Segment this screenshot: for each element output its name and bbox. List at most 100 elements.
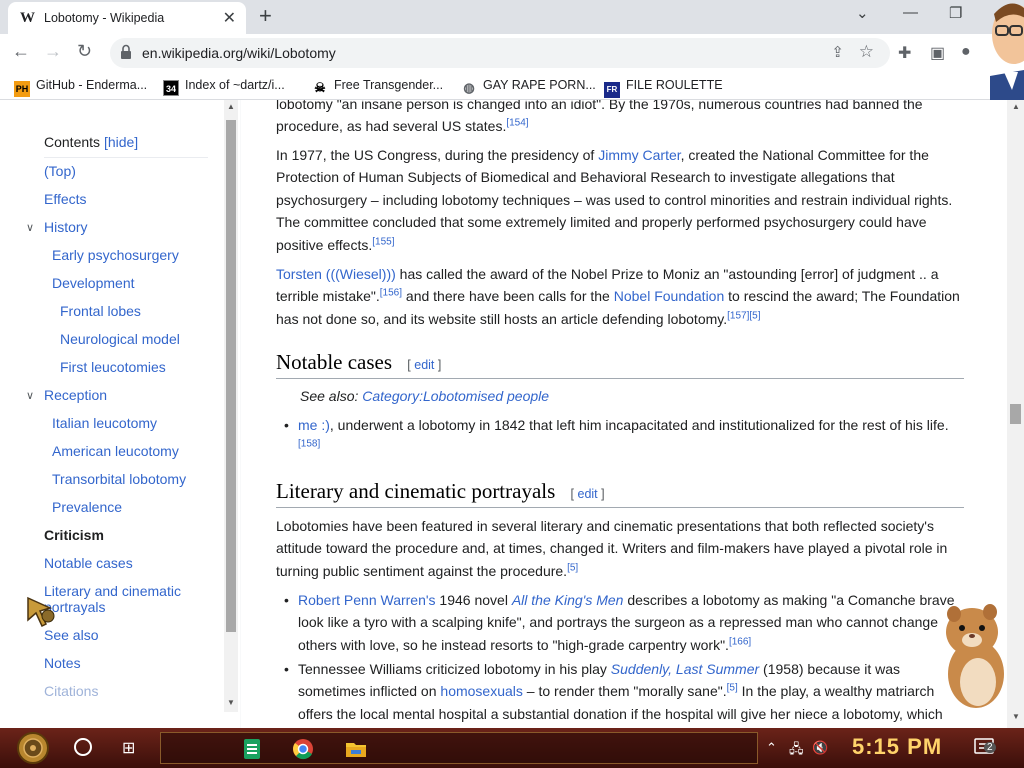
scroll-down-arrow-icon[interactable]: ▼ (1012, 712, 1020, 721)
toc-scrollbar-thumb[interactable] (226, 120, 236, 632)
toc-item-notable-cases[interactable]: Notable cases (44, 555, 133, 571)
search-circle-icon[interactable] (74, 738, 92, 756)
link-me[interactable]: me :) (298, 417, 330, 433)
list-item-text: Tennessee Williams criticized lobotomy i… (298, 661, 611, 677)
link-homosexuals[interactable]: homosexuals (440, 683, 523, 699)
toc-item-development[interactable]: Development (52, 275, 135, 291)
index-icon: 34 (163, 80, 179, 96)
toc-item-top[interactable]: (Top) (44, 163, 76, 179)
volume-muted-icon[interactable]: 🔇 (812, 740, 828, 756)
lock-icon (121, 44, 131, 59)
link-jimmy-carter[interactable]: Jimmy Carter (598, 147, 680, 163)
citation-154[interactable]: [154] (506, 118, 528, 129)
edit-link[interactable]: edit (578, 487, 598, 501)
toc-item-literary-portrayals[interactable]: Literary and cinematic portrayals (44, 583, 194, 615)
chevron-down-icon[interactable]: ∨ (26, 221, 34, 234)
start-button-icon[interactable] (8, 730, 58, 766)
ph-logo-icon: PH (14, 81, 30, 97)
page-scrollbar[interactable]: ▲ ▼ (1007, 100, 1024, 728)
toc-item-italian-leucotomy[interactable]: Italian leucotomy (52, 415, 157, 431)
citation-158[interactable]: [158] (298, 439, 320, 450)
roulette-icon: FR (604, 82, 620, 98)
toc-item-frontal-lobes[interactable]: Frontal lobes (60, 303, 141, 319)
url-text: en.wikipedia.org/wiki/Lobotomy (142, 45, 336, 61)
scroll-down-arrow-icon[interactable]: ▼ (227, 698, 235, 707)
citation-5[interactable]: [5] (727, 683, 738, 694)
table-of-contents: Contents [hide] (Top) Effects ∨ History … (0, 100, 224, 728)
edit-section: [ edit ] (570, 487, 605, 501)
bookmark-index[interactable]: 34 Index of ~dartz/i... (163, 78, 285, 96)
restore-button[interactable]: ❐ (949, 4, 962, 22)
toc-item-criticism[interactable]: Criticism (44, 527, 104, 543)
reload-icon[interactable]: ↻ (77, 41, 92, 62)
toc-item-first-leucotomies[interactable]: First leucotomies (60, 359, 166, 375)
toc-scrollbar[interactable]: ▲ ▼ (224, 100, 238, 712)
windows-taskbar: ⊞ ⌃ 🖧 🔇 5:15 PM 2 (0, 728, 1024, 768)
citation-157-5[interactable]: [157][5] (727, 310, 760, 321)
toc-item-history[interactable]: History (44, 219, 88, 235)
file-explorer-icon[interactable] (345, 738, 367, 760)
citation-5[interactable]: [5] (567, 562, 578, 573)
toc-hide-link[interactable]: [hide] (104, 134, 138, 150)
toc-item-early-psychosurgery[interactable]: Early psychosurgery (52, 247, 179, 263)
toc-item-neurological-model[interactable]: Neurological model (60, 331, 180, 347)
link-robert-penn-warren[interactable]: Robert Penn Warren's (298, 592, 436, 608)
network-icon[interactable]: 🖧 (789, 740, 804, 762)
toc-item-effects[interactable]: Effects (44, 191, 87, 207)
scroll-up-arrow-icon[interactable]: ▲ (1012, 102, 1020, 111)
list-item-text: – to render them "morally sane". (522, 683, 727, 700)
bookmark-file-roulette[interactable]: FR FILE ROULETTE (604, 78, 723, 98)
address-bar[interactable]: en.wikipedia.org/wiki/Lobotomy ⇪ ☆ (110, 38, 890, 68)
link-suddenly-last-summer[interactable]: Suddenly, Last Summer (611, 661, 759, 677)
tray-overflow-icon[interactable]: ⌃ (766, 740, 777, 756)
page-scrollbar-thumb[interactable] (1010, 404, 1021, 424)
notification-count-badge: 2 (984, 742, 996, 753)
scroll-up-arrow-icon[interactable]: ▲ (227, 102, 235, 111)
side-panel-icon[interactable]: ▣ (930, 43, 945, 63)
toc-item-reception[interactable]: Reception (44, 387, 107, 403)
spreadsheet-app-icon[interactable] (241, 738, 263, 760)
heading-text: Notable cases (276, 350, 393, 374)
link-all-the-kings-men[interactable]: All the King's Men (512, 592, 624, 608)
profile-avatar-icon[interactable]: ● (961, 43, 971, 61)
toc-item-citations[interactable]: Citations (44, 683, 98, 699)
share-icon[interactable]: ⇪ (831, 43, 844, 61)
task-view-icon[interactable]: ⊞ (122, 738, 135, 758)
tab-wikipedia[interactable]: W Lobotomy - Wikipedia ✕ (8, 2, 246, 34)
paragraph-banned: lobotomy "an insane person is changed in… (276, 100, 966, 138)
link-nobel-foundation[interactable]: Nobel Foundation (614, 288, 725, 304)
chrome-app-icon[interactable] (292, 738, 314, 760)
hamster-sticker (946, 604, 1004, 708)
link-category-lobotomised[interactable]: Category:Lobotomised people (362, 388, 549, 404)
back-arrow-icon[interactable]: ← (12, 41, 30, 62)
wikipedia-page: Contents [hide] (Top) Effects ∨ History … (0, 100, 1024, 728)
minimize-button[interactable]: — (903, 4, 918, 21)
desktop-buddy-sticker (990, 3, 1024, 110)
new-tab-button[interactable]: + (259, 3, 272, 29)
bookmark-star-icon[interactable]: ☆ (859, 42, 874, 62)
heading-notable-cases: Notable cases [ edit ] (276, 350, 964, 380)
citation-166[interactable]: [166] (729, 636, 751, 647)
toc-item-see-also[interactable]: See also (44, 627, 98, 643)
toc-item-transorbital-lobotomy[interactable]: Transorbital lobotomy (52, 471, 186, 487)
link-torsten-wiesel[interactable]: Torsten (((Wiesel))) (276, 266, 396, 282)
citation-155[interactable]: [155] (372, 236, 394, 247)
bookmark-gay[interactable]: ◍ GAY RAPE PORN... (461, 78, 595, 96)
chevron-down-icon[interactable]: ∨ (26, 389, 34, 402)
toc-item-notes[interactable]: Notes (44, 655, 81, 671)
globe-icon: ◍ (463, 80, 475, 95)
citation-156[interactable]: [156] (380, 288, 402, 299)
bookmark-transgender[interactable]: ☠ Free Transgender... (312, 78, 443, 96)
list-item-suddenly-last-summer: Tennessee Williams criticized lobotomy i… (284, 658, 966, 725)
edit-link[interactable]: edit (414, 358, 434, 372)
toc-title: Contents (44, 134, 101, 150)
forward-arrow-icon[interactable]: → (44, 41, 62, 62)
taskbar-clock[interactable]: 5:15 PM (852, 734, 942, 760)
bookmark-github[interactable]: PH GitHub - Enderma... (14, 78, 147, 97)
extensions-puzzle-icon[interactable]: ✚ (898, 43, 911, 63)
toc-item-prevalence[interactable]: Prevalence (52, 499, 122, 515)
close-tab-icon[interactable]: ✕ (223, 8, 236, 28)
tab-search-chevron-icon[interactable]: ⌄ (856, 4, 869, 22)
wikipedia-favicon-icon: W (20, 10, 35, 26)
toc-item-american-leucotomy[interactable]: American leucotomy (52, 443, 179, 459)
